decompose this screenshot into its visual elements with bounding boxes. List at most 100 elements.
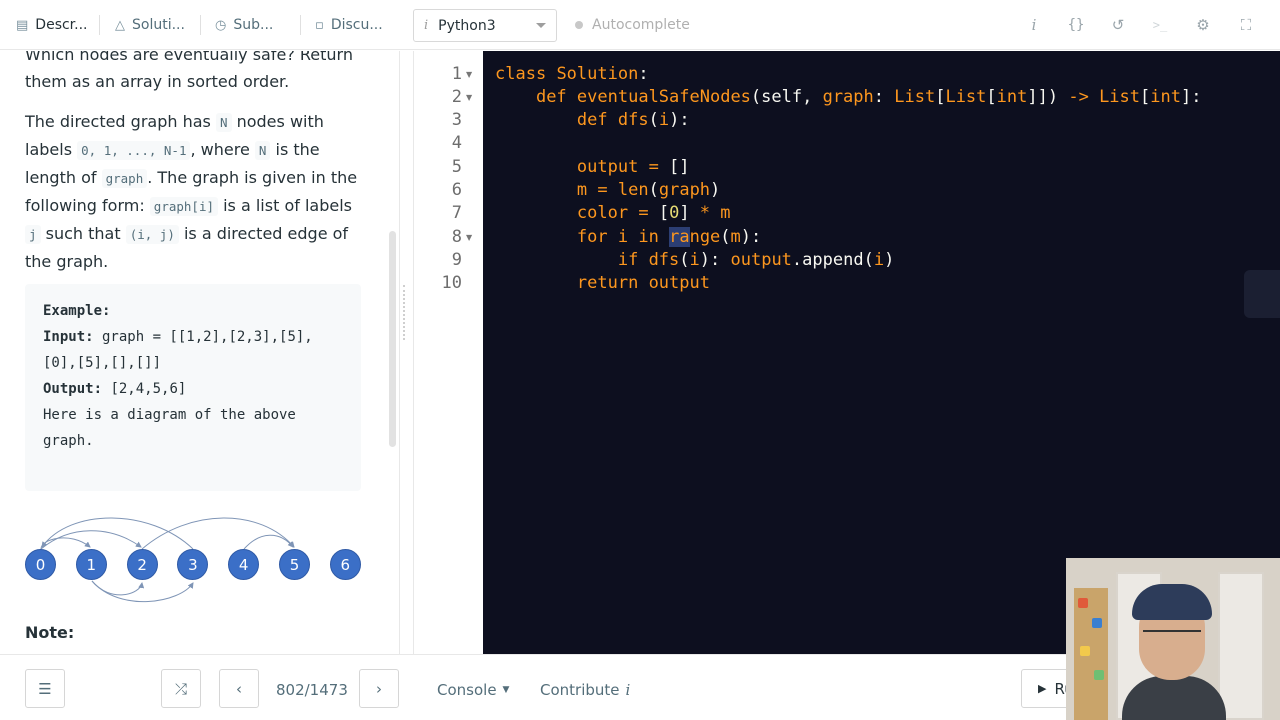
info-icon: i <box>625 681 631 699</box>
inline-code: graph[i] <box>149 197 219 216</box>
line-number: 9 <box>451 250 462 270</box>
next-problem-button[interactable]: › <box>359 669 399 708</box>
example-output-value: [2,4,5,6] <box>102 381 187 397</box>
graph-edge <box>41 517 194 550</box>
inline-code: N <box>254 141 271 160</box>
tab-submissions[interactable]: ◷ Sub... <box>215 0 293 50</box>
tab-divider <box>200 15 201 35</box>
code-line-9: if dfs(i): output.append(i) <box>617 250 895 270</box>
tab-solution-label: Soluti... <box>132 17 185 33</box>
terminal-icon[interactable]: >_ <box>1149 14 1171 36</box>
tab-discuss[interactable]: ▫ Discu... <box>315 0 395 50</box>
line-number: 7 <box>451 203 462 223</box>
braces-icon[interactable]: {} <box>1065 14 1087 36</box>
line-number: 4 <box>451 133 462 153</box>
code-line-7: color = [0] * m <box>576 203 731 223</box>
contribute-label: Contribute <box>540 681 620 699</box>
description-line: them as an array in sorted order. <box>25 72 290 91</box>
example-heading: Example: <box>43 303 111 319</box>
prev-problem-button[interactable]: ‹ <box>219 669 259 708</box>
console-button[interactable]: Console ▼ <box>437 681 509 699</box>
shuffle-icon: ⤮ <box>174 679 187 698</box>
chevron-right-icon: › <box>376 679 382 698</box>
graph-node: 1 <box>75 549 107 580</box>
tab-submissions-label: Sub... <box>233 17 274 33</box>
fold-arrow-icon[interactable]: ▼ <box>466 226 472 249</box>
code-token: class <box>495 64 547 84</box>
code-line-3: def dfs(i): <box>576 110 690 130</box>
person-cap <box>1132 584 1212 620</box>
text-run: The directed graph has <box>25 112 216 131</box>
fold-arrow-icon[interactable]: ▼ <box>466 63 472 86</box>
autocomplete-toggle[interactable]: Autocomplete <box>575 0 690 50</box>
inline-code: (i, j) <box>125 225 179 244</box>
description-line: Which nodes are eventually safe? Return <box>25 51 353 64</box>
random-problem-button[interactable]: ⤮ <box>161 669 201 708</box>
description-scrollbar[interactable] <box>389 231 396 447</box>
flask-icon: △ <box>115 17 125 33</box>
graph-node: 0 <box>25 549 56 580</box>
reset-icon[interactable]: ↺ <box>1107 14 1129 36</box>
fold-arrow-icon[interactable]: ▼ <box>466 86 472 109</box>
tab-description-label: Descr... <box>35 17 88 33</box>
info-icon[interactable]: i <box>1023 14 1045 36</box>
fullscreen-icon[interactable]: ⛶ <box>1235 14 1257 36</box>
tab-divider <box>99 15 100 35</box>
console-label: Console <box>437 681 497 699</box>
line-number: 2 <box>451 87 462 107</box>
inline-code: 0, 1, ..., N-1 <box>77 141 191 160</box>
background-door <box>1218 572 1264 720</box>
tab-description[interactable]: ▤ Descr... <box>16 0 92 50</box>
example-note: Here is a diagram of the above <box>43 407 296 423</box>
pane-resize-handle[interactable] <box>403 285 409 340</box>
code-line-8: for i in range(m): <box>576 227 762 247</box>
line-number: 10 <box>441 273 462 293</box>
text-run: , where <box>190 140 255 159</box>
description-paragraph-intro: Which nodes are eventually safe? Return … <box>25 51 365 95</box>
inline-code: N <box>215 113 232 132</box>
language-select[interactable]: i Python3 <box>413 9 557 42</box>
text-run: such that <box>40 224 126 243</box>
code-line-6: m = len(graph) <box>576 180 721 200</box>
example-block: Example: Input: graph = [[1,2],[2,3],[5]… <box>25 284 361 491</box>
top-toolbar: ▤ Descr... △ Soluti... ◷ Sub... ▫ Discu.… <box>0 0 1280 50</box>
graph-node: 4 <box>228 549 260 580</box>
note-heading: Note: <box>25 623 75 642</box>
text-run: is a list of labels <box>218 196 352 215</box>
line-number: 3 <box>451 110 462 130</box>
example-input-label: Input: <box>43 329 94 345</box>
code-token: Solution <box>556 64 639 84</box>
graph-node: 6 <box>329 549 361 580</box>
example-input-value: [0],[5],[],[]] <box>43 355 162 371</box>
autocomplete-label: Autocomplete <box>592 17 690 33</box>
code-line-2: def eventualSafeNodes(self, graph: List[… <box>535 87 1202 107</box>
code-line-1: class Solution: <box>495 64 649 84</box>
toggle-dot-icon <box>575 21 583 29</box>
gear-icon[interactable]: ⚙ <box>1192 14 1214 36</box>
line-number: 8 <box>451 227 462 247</box>
description-pane: Which nodes are eventually safe? Return … <box>0 51 400 654</box>
info-icon: i <box>424 18 429 33</box>
webcam-overlay <box>1066 558 1280 720</box>
page-indicator: 802/1473 <box>276 681 348 699</box>
description-paragraph-graph: The directed graph has N nodes with labe… <box>25 108 365 275</box>
line-number: 6 <box>451 180 462 200</box>
play-icon: ▶ <box>1038 682 1047 695</box>
chevron-down-icon: ▼ <box>502 685 510 695</box>
line-number-gutter: 1 ▼ 2 ▼ 3 4 5 6 7 8 ▼ 9 10 <box>413 51 483 654</box>
chevron-down-icon <box>536 23 546 28</box>
line-number: 5 <box>451 157 462 177</box>
side-panel-toggle[interactable] <box>1244 270 1280 318</box>
clock-icon: ◷ <box>215 17 227 33</box>
problem-list-button[interactable]: ☰ <box>25 669 65 708</box>
chevron-left-icon: ‹ <box>236 679 242 698</box>
graph-edge <box>243 534 294 550</box>
graph-edge <box>141 517 295 550</box>
graph-node: 2 <box>126 549 158 580</box>
example-output-label: Output: <box>43 381 103 397</box>
tab-discuss-label: Discu... <box>330 17 383 33</box>
code-line-5: output = [] <box>576 157 690 177</box>
person-glasses <box>1143 630 1201 640</box>
tab-solution[interactable]: △ Soluti... <box>115 0 193 50</box>
contribute-button[interactable]: Contribute i <box>540 681 630 699</box>
